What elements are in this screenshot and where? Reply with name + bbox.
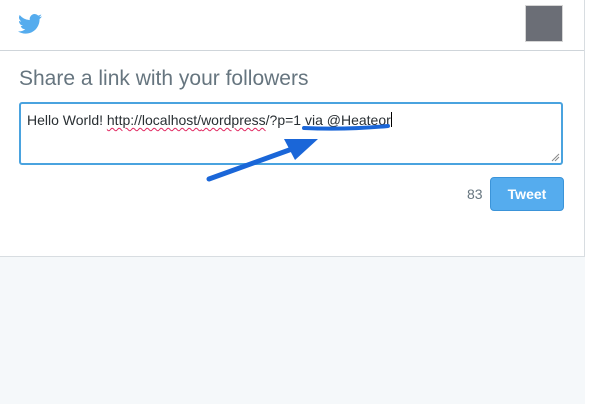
footer-area <box>0 256 585 404</box>
text-cursor <box>390 112 392 127</box>
composer-link-word: wordpress <box>201 112 266 128</box>
composer-handle: Heateor <box>340 112 391 128</box>
character-counter: 83 <box>467 186 483 202</box>
twitter-bird-icon[interactable] <box>18 14 42 34</box>
resize-grip-icon[interactable] <box>551 153 560 162</box>
user-avatar[interactable] <box>525 5 563 42</box>
page-title: Share a link with your followers <box>19 67 309 90</box>
composer-link-end: /?p=1 via @ <box>265 112 341 128</box>
header-bar <box>0 0 585 51</box>
tweet-button[interactable]: Tweet <box>490 177 564 211</box>
tweet-textarea[interactable]: Hello World! http://localhost/wordpress/… <box>19 102 563 165</box>
composer-text-prefix: Hello World! <box>27 112 107 128</box>
composer-link-start: http://localhost/ <box>106 112 202 128</box>
share-dialog: Share a link with your followers Hello W… <box>0 0 599 404</box>
